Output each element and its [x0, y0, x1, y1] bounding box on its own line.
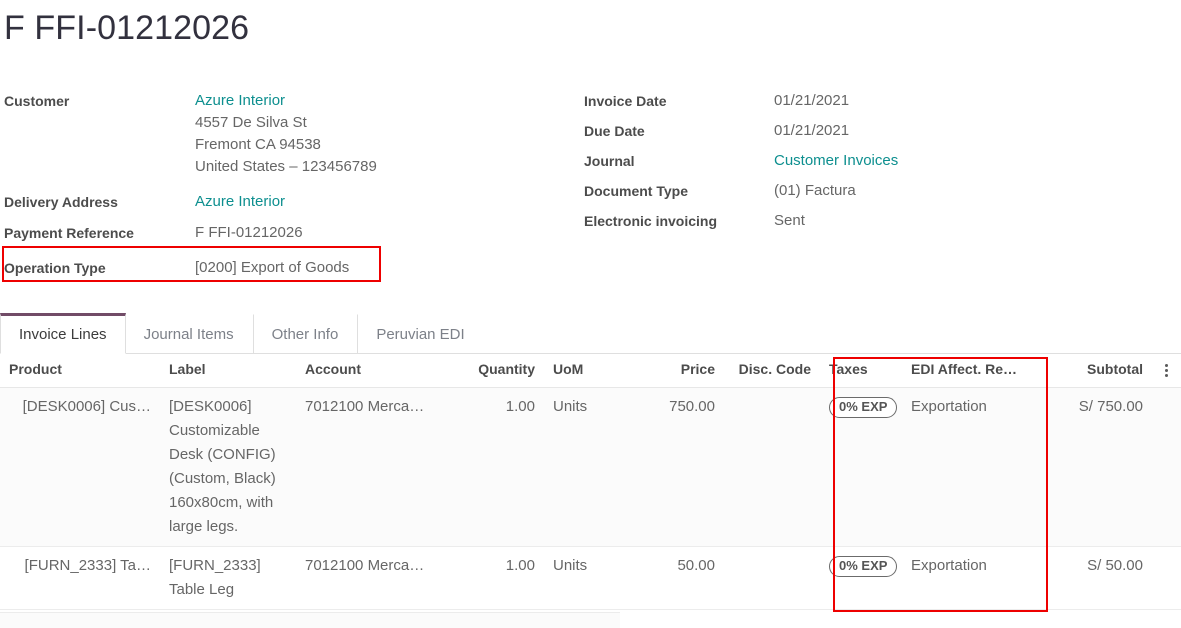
field-payment-reference: Payment Reference F FFI-01212026	[4, 218, 564, 248]
table-row[interactable]: [FURN_2333] Ta… [FURN_2333] Table Leg 70…	[0, 547, 1181, 610]
column-header-account[interactable]: Account	[296, 355, 444, 388]
tab-peruvian-edi[interactable]: Peruvian EDI	[357, 314, 483, 353]
cell-subtotal: S/ 50.00	[1042, 547, 1152, 610]
tab-other-info-label: Other Info	[272, 326, 339, 343]
delivery-address-link[interactable]: Azure Interior	[195, 187, 285, 213]
invoice-form-page: F FFI-01212026 Customer Azure Interior 4…	[0, 0, 1181, 628]
cell-disc-code[interactable]	[724, 547, 820, 610]
invoice-lines-table-wrapper: Product Label Account Quantity UoM Price…	[0, 355, 1181, 610]
table-header: Product Label Account Quantity UoM Price…	[0, 355, 1181, 388]
column-header-product[interactable]: Product	[0, 355, 160, 388]
customer-link[interactable]: Azure Interior	[195, 92, 285, 109]
customer-value-group: Azure Interior 4557 De Silva St Fremont …	[195, 86, 377, 178]
tax-badge[interactable]: 0% EXP	[829, 397, 897, 418]
field-invoice-date: Invoice Date 01/21/2021	[584, 86, 1144, 116]
due-date-value[interactable]: 01/21/2021	[774, 116, 849, 142]
field-delivery-address: Delivery Address Azure Interior	[4, 187, 564, 217]
table-body: [DESK0006] Cus… [DESK0006] Customizable …	[0, 388, 1181, 610]
table-footer-strip	[0, 612, 620, 628]
column-header-label[interactable]: Label	[160, 355, 296, 388]
column-header-subtotal[interactable]: Subtotal	[1042, 355, 1152, 388]
column-header-taxes[interactable]: Taxes	[820, 355, 902, 388]
document-type-value[interactable]: (01) Factura	[774, 176, 856, 202]
tax-badge[interactable]: 0% EXP	[829, 556, 897, 577]
tab-journal-items-label: Journal Items	[144, 326, 234, 343]
customer-label: Customer	[4, 86, 195, 112]
operation-type-value[interactable]: [0200] Export of Goods	[195, 253, 349, 279]
page-title: F FFI-01212026	[4, 6, 249, 50]
electronic-invoicing-value: Sent	[774, 206, 805, 232]
tab-bar: Invoice Lines Journal Items Other Info P…	[0, 314, 1181, 354]
payment-reference-label: Payment Reference	[4, 218, 195, 244]
header-left-column: Customer Azure Interior 4557 De Silva St…	[4, 86, 564, 283]
cell-edi-affect-reason[interactable]: Exportation	[902, 547, 1042, 610]
table-header-row: Product Label Account Quantity UoM Price…	[0, 355, 1181, 388]
cell-price[interactable]: 750.00	[636, 388, 724, 547]
cell-quantity[interactable]: 1.00	[444, 547, 544, 610]
invoice-date-label: Invoice Date	[584, 86, 774, 112]
cell-label[interactable]: [DESK0006] Customizable Desk (CONFIG) (C…	[160, 388, 296, 547]
cell-subtotal: S/ 750.00	[1042, 388, 1152, 547]
delivery-address-label: Delivery Address	[4, 187, 195, 213]
cell-uom[interactable]: Units	[544, 388, 636, 547]
document-type-label: Document Type	[584, 176, 774, 202]
cell-row-options	[1152, 388, 1181, 547]
electronic-invoicing-label: Electronic invoicing	[584, 206, 774, 232]
cell-account[interactable]: 7012100 Merca…	[296, 547, 444, 610]
due-date-label: Due Date	[584, 116, 774, 142]
customer-address-line-2: Fremont CA 94538	[195, 134, 377, 156]
cell-quantity[interactable]: 1.00	[444, 388, 544, 547]
header-right-column: Invoice Date 01/21/2021 Due Date 01/21/2…	[584, 86, 1144, 236]
customer-address-line-1: 4557 De Silva St	[195, 112, 377, 134]
cell-price[interactable]: 50.00	[636, 547, 724, 610]
customer-address-line-3: United States – 123456789	[195, 156, 377, 178]
cell-taxes[interactable]: 0% EXP	[820, 388, 902, 547]
column-header-disc-code[interactable]: Disc. Code	[724, 355, 820, 388]
cell-account[interactable]: 7012100 Merca…	[296, 388, 444, 547]
cell-taxes[interactable]: 0% EXP	[820, 547, 902, 610]
field-customer: Customer Azure Interior 4557 De Silva St…	[4, 86, 564, 178]
field-document-type: Document Type (01) Factura	[584, 176, 1144, 206]
journal-link[interactable]: Customer Invoices	[774, 146, 898, 172]
table-row[interactable]: [DESK0006] Cus… [DESK0006] Customizable …	[0, 388, 1181, 547]
tab-other-info[interactable]: Other Info	[253, 314, 358, 353]
cell-product[interactable]: [DESK0006] Cus…	[0, 388, 160, 547]
invoice-date-value[interactable]: 01/21/2021	[774, 86, 849, 112]
cell-label[interactable]: [FURN_2333] Table Leg	[160, 547, 296, 610]
cell-row-options	[1152, 547, 1181, 610]
vertical-dots-icon	[1161, 364, 1172, 377]
payment-reference-value[interactable]: F FFI-01212026	[195, 218, 303, 244]
column-header-edi-affect-reason[interactable]: EDI Affect. Re…	[902, 355, 1042, 388]
journal-label: Journal	[584, 146, 774, 172]
tab-invoice-lines[interactable]: Invoice Lines	[0, 313, 126, 354]
cell-edi-affect-reason[interactable]: Exportation	[902, 388, 1042, 547]
cell-product[interactable]: [FURN_2333] Ta…	[0, 547, 160, 610]
tab-peruvian-edi-label: Peruvian EDI	[376, 326, 464, 343]
field-journal: Journal Customer Invoices	[584, 146, 1144, 176]
cell-uom[interactable]: Units	[544, 547, 636, 610]
cell-disc-code[interactable]	[724, 388, 820, 547]
field-operation-type: Operation Type [0200] Export of Goods	[4, 253, 564, 283]
column-header-uom[interactable]: UoM	[544, 355, 636, 388]
column-header-price[interactable]: Price	[636, 355, 724, 388]
field-electronic-invoicing: Electronic invoicing Sent	[584, 206, 1144, 236]
tab-journal-items[interactable]: Journal Items	[126, 314, 253, 353]
column-header-quantity[interactable]: Quantity	[444, 355, 544, 388]
column-options-button[interactable]	[1152, 355, 1181, 388]
field-due-date: Due Date 01/21/2021	[584, 116, 1144, 146]
operation-type-label: Operation Type	[4, 253, 195, 279]
invoice-lines-table: Product Label Account Quantity UoM Price…	[0, 355, 1181, 610]
tab-invoice-lines-label: Invoice Lines	[19, 326, 107, 343]
